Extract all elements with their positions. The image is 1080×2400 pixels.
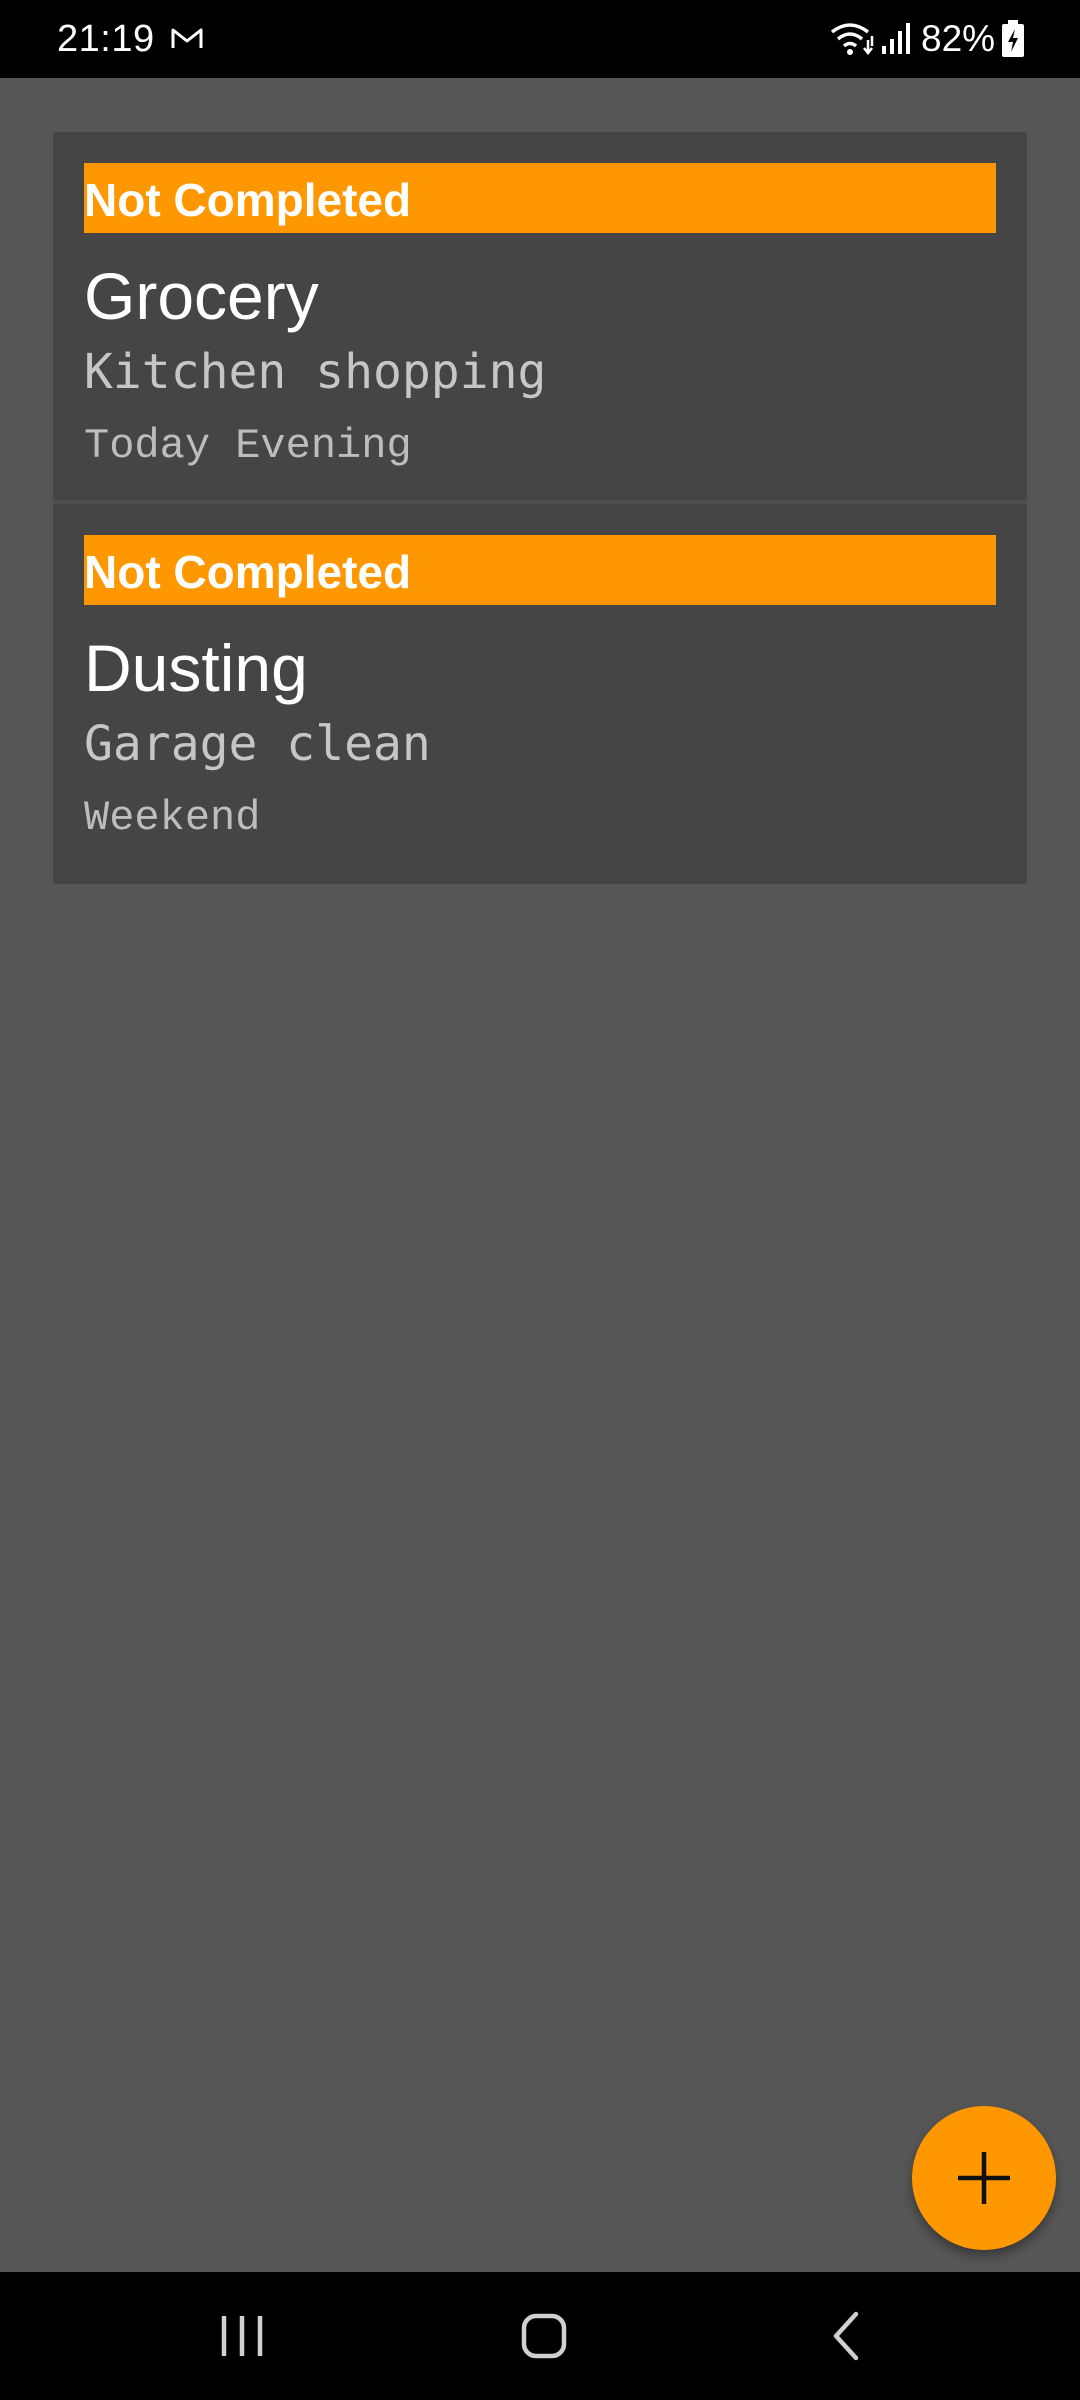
- plus-icon: [958, 2152, 1010, 2204]
- task-title: Grocery: [84, 259, 319, 333]
- status-badge-label: Not Completed: [84, 546, 412, 598]
- recent-apps-button[interactable]: [202, 2296, 282, 2376]
- home-icon: [521, 2313, 567, 2359]
- home-button[interactable]: [504, 2296, 584, 2376]
- status-badge-label: Not Completed: [84, 174, 412, 226]
- wifi-icon: [830, 23, 874, 56]
- task-card[interactable]: Not Completed Dusting Garage clean Weeke…: [53, 504, 1027, 884]
- status-badge: Not Completed: [84, 163, 996, 233]
- battery-percent: 82%: [921, 18, 996, 59]
- task-title: Dusting: [84, 631, 308, 705]
- gmail-icon: [171, 28, 203, 48]
- task-description: Garage clean: [84, 716, 431, 772]
- task-list: Not Completed Grocery Kitchen shopping T…: [53, 132, 1027, 884]
- task-date: Weekend: [84, 794, 261, 842]
- task-date: Today Evening: [84, 422, 412, 470]
- status-bar: 21:19 82%: [0, 0, 1080, 78]
- status-badge: Not Completed: [84, 535, 996, 605]
- task-card[interactable]: Not Completed Grocery Kitchen shopping T…: [53, 132, 1027, 504]
- task-description: Kitchen shopping: [84, 344, 547, 400]
- back-button[interactable]: [808, 2296, 888, 2376]
- battery-charging-icon: [1002, 20, 1024, 57]
- navigation-bar: [0, 2272, 1080, 2400]
- signal-icon: [882, 23, 910, 54]
- back-icon: [833, 2311, 859, 2361]
- recent-apps-icon: [221, 2316, 263, 2356]
- status-time: 21:19: [57, 18, 155, 60]
- add-task-button[interactable]: [912, 2106, 1056, 2250]
